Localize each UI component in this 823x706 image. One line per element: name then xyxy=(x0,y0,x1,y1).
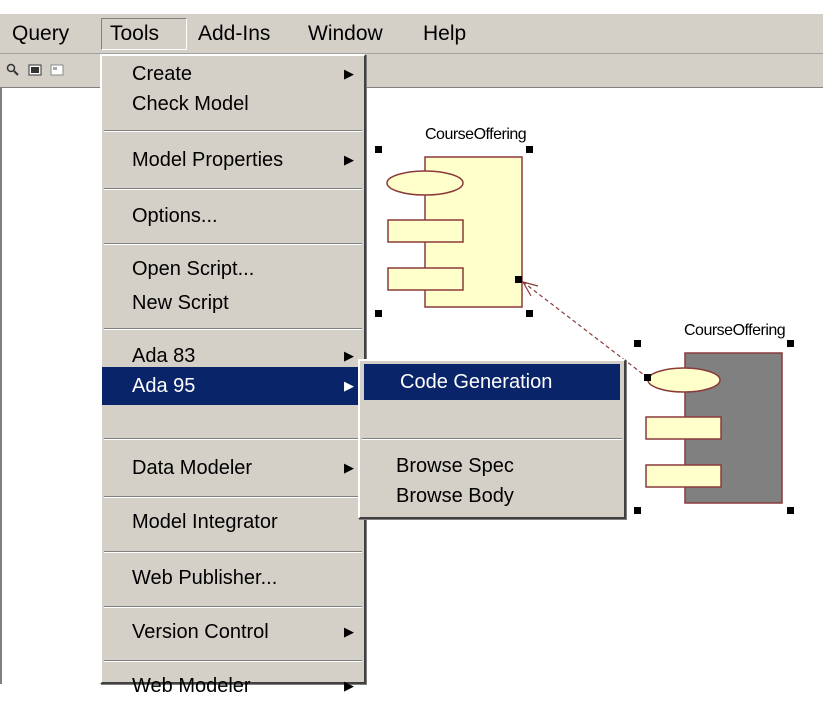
selection-handle[interactable] xyxy=(526,146,533,153)
submenu-item-browse-spec[interactable]: Browse Spec xyxy=(360,451,624,481)
component-label-top: CourseOffering xyxy=(425,126,527,143)
submenu-item-browse-body[interactable]: Browse Body xyxy=(360,481,624,511)
menu-item-label: Model Properties xyxy=(132,149,284,171)
menu-separator xyxy=(104,606,362,608)
menu-item-label: Create xyxy=(132,63,193,85)
selection-handle[interactable] xyxy=(787,340,794,347)
menu-item-label: Data Modeler xyxy=(132,457,253,479)
menu-item-label: Check Model xyxy=(132,93,249,115)
menu-item-label: Model Integrator xyxy=(132,511,278,533)
component-course-offering-top[interactable] xyxy=(386,156,523,308)
tools-menu: Create ▶ Check Model Model Properties ▶ … xyxy=(100,54,366,697)
submenu-arrow-icon: ▶ xyxy=(344,378,354,393)
menu-item-web-modeler[interactable]: Web Modeler ▶ xyxy=(102,666,364,706)
menu-item-label: Version Control xyxy=(132,621,269,643)
menu-item-label: Ada 83 xyxy=(132,345,196,367)
menu-item-label: New Script xyxy=(132,292,229,314)
ada95-submenu: Code Generation Browse Spec Browse Body xyxy=(358,359,626,519)
component-label-bottom: CourseOffering xyxy=(684,322,786,339)
selection-handle[interactable] xyxy=(515,276,522,283)
menu-item-new-script[interactable]: New Script xyxy=(102,286,364,320)
menu-item-create[interactable]: Create ▶ xyxy=(102,60,364,88)
menu-separator xyxy=(104,130,362,132)
selection-handle[interactable] xyxy=(526,310,533,317)
menu-item-version-control[interactable]: Version Control ▶ xyxy=(102,612,364,652)
selection-handle[interactable] xyxy=(375,310,382,317)
menu-separator xyxy=(362,438,622,440)
menu-item-check-model[interactable]: Check Model xyxy=(102,88,364,120)
selection-handle[interactable] xyxy=(634,340,641,347)
menu-separator xyxy=(104,243,362,245)
component-course-offering-bottom[interactable] xyxy=(645,352,783,504)
menu-item-label: Web Modeler xyxy=(132,675,251,697)
menu-item-web-publisher[interactable]: Web Publisher... xyxy=(102,558,364,598)
selection-handle[interactable] xyxy=(375,146,382,153)
menu-separator xyxy=(104,551,362,553)
menu-separator xyxy=(104,188,362,190)
menu-item-data-modeler[interactable]: Data Modeler ▶ xyxy=(102,448,364,488)
menu-item-ada-95[interactable]: Ada 95 ▶ xyxy=(102,367,364,405)
menu-separator xyxy=(104,660,362,662)
submenu-arrow-icon: ▶ xyxy=(344,624,354,639)
menu-item-model-integrator[interactable]: Model Integrator xyxy=(102,502,364,542)
menu-item-label: Options... xyxy=(132,205,218,227)
submenu-arrow-icon: ▶ xyxy=(344,678,354,693)
menu-item-model-properties[interactable]: Model Properties ▶ xyxy=(102,140,364,180)
menu-separator xyxy=(104,438,362,440)
selection-handle[interactable] xyxy=(787,507,794,514)
menu-separator xyxy=(104,496,362,498)
menu-item-open-script[interactable]: Open Script... xyxy=(102,252,364,286)
submenu-arrow-icon: ▶ xyxy=(344,460,354,475)
submenu-item-code-generation[interactable]: Code Generation xyxy=(364,364,620,400)
submenu-arrow-icon: ▶ xyxy=(344,66,354,81)
menu-item-label: Ada 95 xyxy=(132,375,196,397)
selection-handle[interactable] xyxy=(644,374,651,381)
menu-item-options[interactable]: Options... xyxy=(102,196,364,236)
menu-item-label: Open Script... xyxy=(132,258,255,280)
selection-handle[interactable] xyxy=(634,507,641,514)
menu-separator xyxy=(104,328,362,330)
submenu-arrow-icon: ▶ xyxy=(344,152,354,167)
menu-item-label: Web Publisher... xyxy=(132,567,278,589)
